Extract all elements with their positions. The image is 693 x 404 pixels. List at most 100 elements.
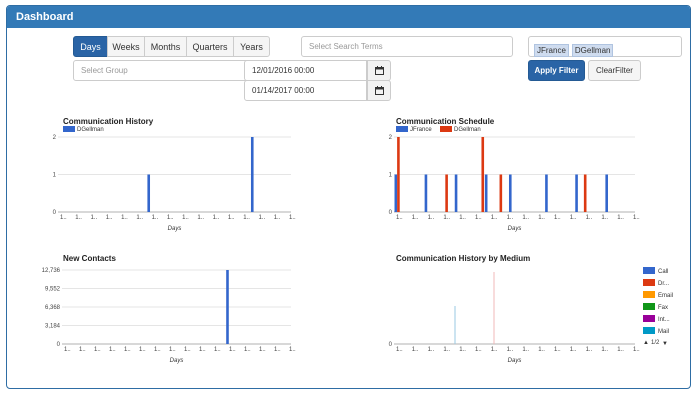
x-tick-label: 1.. [412, 215, 419, 221]
x-tick-label: 1.. [79, 347, 86, 353]
x-tick-label: 1.. [182, 215, 189, 221]
x-tick-label: 1.. [459, 215, 466, 221]
x-tick-label: 1.. [60, 215, 67, 221]
x-tick-label: 1.. [184, 347, 191, 353]
x-tick-label: 1.. [229, 347, 236, 353]
y-tick-label: 3,184 [45, 324, 61, 330]
legend-swatch [643, 303, 655, 310]
x-tick-label: 1.. [459, 347, 466, 353]
x-tick-label: 1.. [139, 347, 146, 353]
legend-label: JFrance [410, 127, 432, 133]
bar [605, 174, 608, 212]
y-tick-label: 9,552 [45, 287, 61, 293]
legend-label: Email [658, 293, 673, 299]
bar [583, 174, 587, 212]
x-tick-label: 1.. [75, 215, 82, 221]
x-tick-label: 1.. [124, 347, 131, 353]
x-tick-label: 1.. [396, 347, 403, 353]
x-tick-label: 1.. [106, 215, 113, 221]
legend-label: Int... [658, 317, 670, 323]
x-tick-label: 1.. [491, 347, 498, 353]
x-tick-label: 1.. [601, 215, 608, 221]
x-tick-label: 1.. [197, 215, 204, 221]
chart-title: Communication Schedule [396, 117, 495, 126]
x-axis-label: Days [508, 226, 522, 232]
legend-label: Dr... [658, 281, 669, 287]
x-tick-label: 1.. [570, 215, 577, 221]
x-tick-label: 1.. [258, 215, 265, 221]
bar [575, 174, 578, 212]
charts-layer: Communication HistoryDGellman0121.. 1.. 1.… [42, 117, 673, 364]
x-tick-label: 1.. [475, 215, 482, 221]
x-tick-label: 1.. [169, 347, 176, 353]
bar [394, 174, 398, 212]
x-tick-label: 1.. [152, 215, 159, 221]
bar [508, 174, 512, 212]
bar [424, 174, 428, 212]
chart-title: New Contacts [63, 254, 116, 263]
x-tick-label: 1.. [428, 347, 435, 353]
legend-swatch [643, 327, 655, 334]
legend-swatch [643, 279, 655, 286]
legend-pager: 1/2 [651, 340, 660, 346]
x-tick-label: 1.. [121, 215, 128, 221]
legend-label: DGellman [454, 127, 481, 133]
x-tick-label: 1.. [396, 215, 403, 221]
x-tick-label: 1.. [167, 215, 174, 221]
y-tick-label: 0 [53, 210, 57, 216]
bar [397, 137, 400, 212]
x-tick-label: 1.. [538, 347, 545, 353]
x-tick-label: 1.. [214, 347, 221, 353]
legend-swatch [643, 291, 655, 298]
legend-swatch [63, 126, 75, 132]
bar [545, 174, 548, 212]
x-tick-label: 1.. [522, 347, 529, 353]
chart-title: Communication History [63, 117, 154, 126]
x-axis-label: Days [168, 226, 182, 232]
x-tick-label: 1.. [601, 347, 608, 353]
x-tick-label: 1.. [491, 215, 498, 221]
y-tick-label: 6,368 [45, 305, 61, 311]
legend-swatch [440, 126, 452, 132]
new-contacts-chart: New Contacts 0 3,184 6,368 9,552 12,736 1.. 1..… [42, 254, 296, 364]
legend-label: Fax [658, 305, 668, 311]
bar [445, 174, 448, 212]
bar [499, 174, 503, 212]
x-tick-label: 1.. [412, 347, 419, 353]
x-tick-label: 1.. [289, 347, 296, 353]
bar [481, 137, 485, 212]
y-tick-label: 0 [389, 210, 393, 216]
y-tick-label: 0 [389, 342, 393, 348]
x-tick-label: 1.. [522, 215, 529, 221]
x-tick-label: 1.. [633, 215, 640, 221]
bar [226, 270, 229, 344]
chart-title: Communication History by Medium [396, 254, 530, 263]
bar [454, 174, 458, 212]
y-tick-label: 12,736 [42, 268, 61, 274]
x-tick-label: 1.. [570, 347, 577, 353]
legend-swatch [396, 126, 408, 132]
x-tick-label: 1.. [136, 215, 143, 221]
communication-schedule-chart: Communication ScheduleJFrance DGellman 0 1 2… [389, 117, 640, 232]
y-tick-label: 1 [389, 173, 393, 179]
legend-swatch [643, 315, 655, 322]
legend-next-icon: ▼ [662, 341, 668, 347]
x-tick-label: 1.. [228, 215, 235, 221]
bar [147, 174, 151, 212]
x-tick-label: 1.. [443, 215, 450, 221]
y-tick-label: 1 [53, 173, 57, 179]
x-tick-label: 1.. [243, 215, 250, 221]
x-tick-label: 1.. [443, 347, 450, 353]
y-tick-label: 0 [57, 342, 61, 348]
x-tick-label: 1.. [274, 347, 281, 353]
x-tick-label: 1.. [64, 347, 71, 353]
legend-prev-icon: ▲ [643, 340, 649, 346]
legend-label: Call [658, 269, 668, 275]
communication-by-medium-chart: Communication History by Medium01.. 1.. 1.… [389, 254, 673, 364]
x-axis-label: Days [170, 358, 184, 364]
x-tick-label: 1.. [109, 347, 116, 353]
communication-history-chart: Communication HistoryDGellman 0 1 2 1.. 1.. 1.… [53, 117, 296, 232]
x-tick-label: 1.. [554, 215, 561, 221]
x-tick-label: 1.. [428, 215, 435, 221]
x-tick-label: 1.. [554, 347, 561, 353]
